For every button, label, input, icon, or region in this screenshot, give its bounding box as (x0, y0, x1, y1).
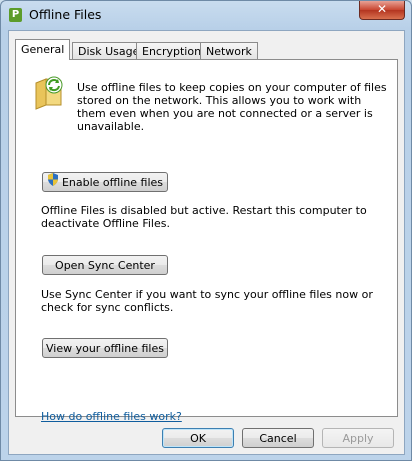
tab-encryption[interactable]: Encryption (136, 42, 208, 60)
status-text: Offline Files is disabled but active. Re… (41, 204, 367, 230)
title-bar[interactable]: P Offline Files ✕ (1, 1, 411, 29)
close-icon: ✕ (376, 2, 388, 16)
general-tab-panel: Use offline files to keep copies on your… (15, 59, 398, 423)
close-button[interactable]: ✕ (359, 1, 405, 20)
tab-general[interactable]: General (15, 39, 71, 60)
window-title: Offline Files (29, 7, 102, 22)
enable-offline-files-button[interactable]: Enable offline files (42, 172, 168, 192)
intro-text: Use offline files to keep copies on your… (77, 81, 387, 133)
open-sync-center-button[interactable]: Open Sync Center (42, 255, 168, 275)
uac-shield-icon (47, 173, 59, 193)
view-offline-files-button[interactable]: View your offline files (42, 338, 168, 358)
ok-button[interactable]: OK (162, 428, 234, 448)
sync-center-text: Use Sync Center if you want to sync your… (41, 288, 373, 314)
sync-folder-icon (33, 75, 63, 110)
tab-disk-usage[interactable]: Disk Usage (72, 42, 146, 60)
offline-files-icon: P (9, 8, 22, 22)
cancel-button[interactable]: Cancel (242, 428, 314, 448)
enable-offline-files-label: Enable offline files (61, 176, 164, 189)
help-link[interactable]: How do offline files work? (41, 410, 182, 423)
dialog-client-area: General Disk Usage Encryption Network Us… (8, 30, 405, 455)
apply-button[interactable]: Apply (322, 428, 394, 448)
dialog-window: P Offline Files ✕ General Disk Usage Enc… (0, 0, 412, 461)
tab-network[interactable]: Network (200, 42, 258, 60)
